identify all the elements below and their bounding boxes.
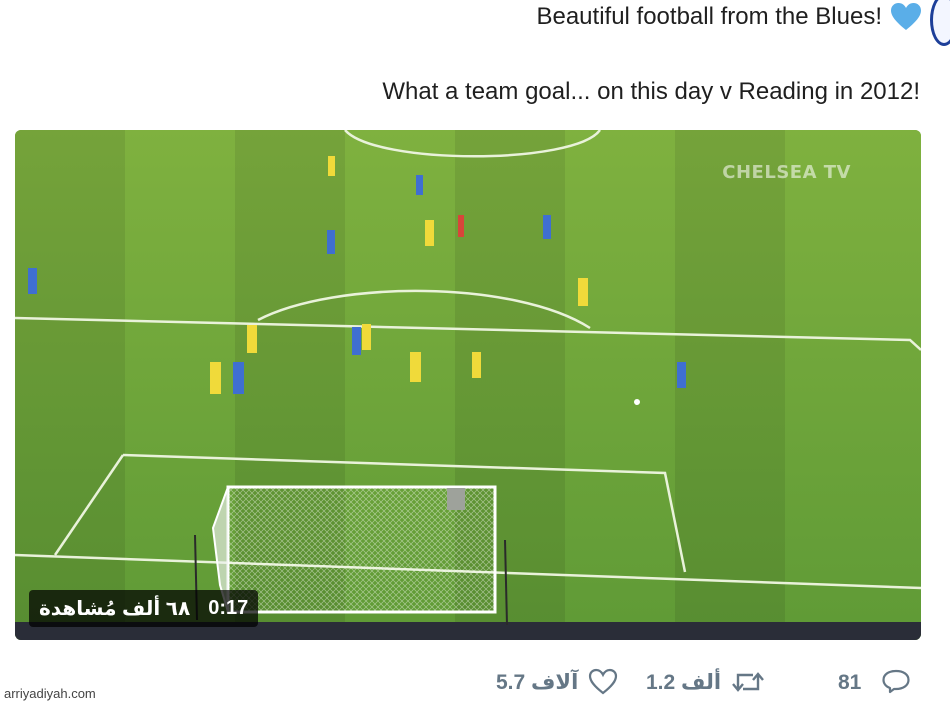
retweet-icon <box>731 668 765 696</box>
reply-count: 81 <box>838 671 862 694</box>
video-player[interactable]: CHELSEA TV ٦٨ ألف مُشاهدة 0:17 <box>15 130 921 640</box>
heart-icon <box>890 2 922 32</box>
tweet-actions: 5.7 آلاف 1.2 ألف 81 <box>0 668 950 700</box>
like-count: 5.7 آلاف <box>496 670 579 694</box>
reply-icon <box>881 668 911 698</box>
avatar[interactable] <box>930 0 950 46</box>
tweet-text-line-2: What a team goal... on this day v Readin… <box>382 78 920 105</box>
video-views: ٦٨ ألف مُشاهدة <box>39 598 191 620</box>
like-icon <box>588 668 618 696</box>
like-button[interactable]: 5.7 آلاف <box>496 668 618 696</box>
football-pitch-frame <box>15 130 921 640</box>
video-info-overlay: ٦٨ ألف مُشاهدة 0:17 <box>29 590 259 627</box>
tweet-text-line-1: Beautiful football from the Blues! <box>536 2 922 32</box>
retweet-count: 1.2 ألف <box>646 670 722 694</box>
retweet-button[interactable]: 1.2 ألف <box>646 668 765 696</box>
reply-button[interactable]: 81 <box>838 668 911 698</box>
channel-watermark: CHELSEA TV <box>722 162 851 183</box>
video-duration: 0:17 <box>208 597 249 619</box>
source-credit: arriyadiyah.com <box>4 686 96 701</box>
tweet-text: Beautiful football from the Blues! <box>536 3 882 30</box>
